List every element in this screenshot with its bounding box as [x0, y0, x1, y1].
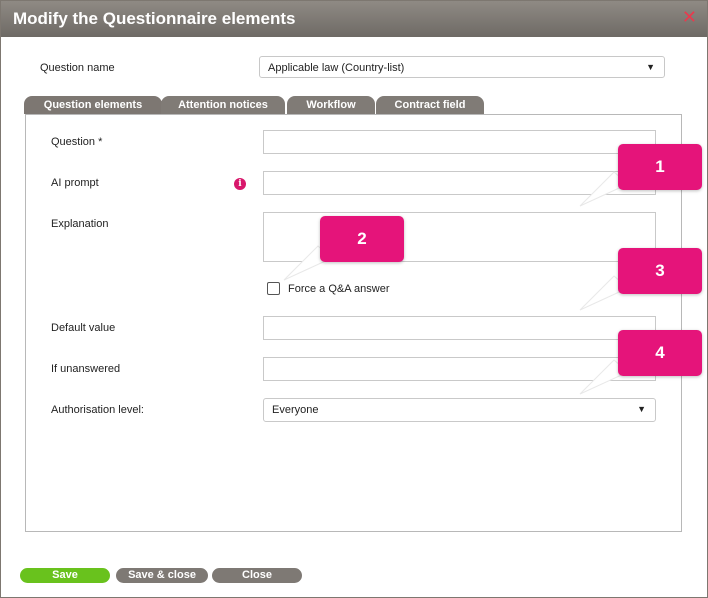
save-close-button[interactable]: Save & close — [116, 568, 208, 583]
save-button[interactable]: Save — [20, 568, 110, 583]
close-button[interactable]: Close — [212, 568, 302, 583]
callout-1: 1 — [618, 144, 702, 190]
callout-2: 2 — [320, 216, 404, 262]
callout-pointers — [283, 171, 629, 395]
callout-3: 3 — [618, 248, 702, 294]
callout-4: 4 — [618, 330, 702, 376]
